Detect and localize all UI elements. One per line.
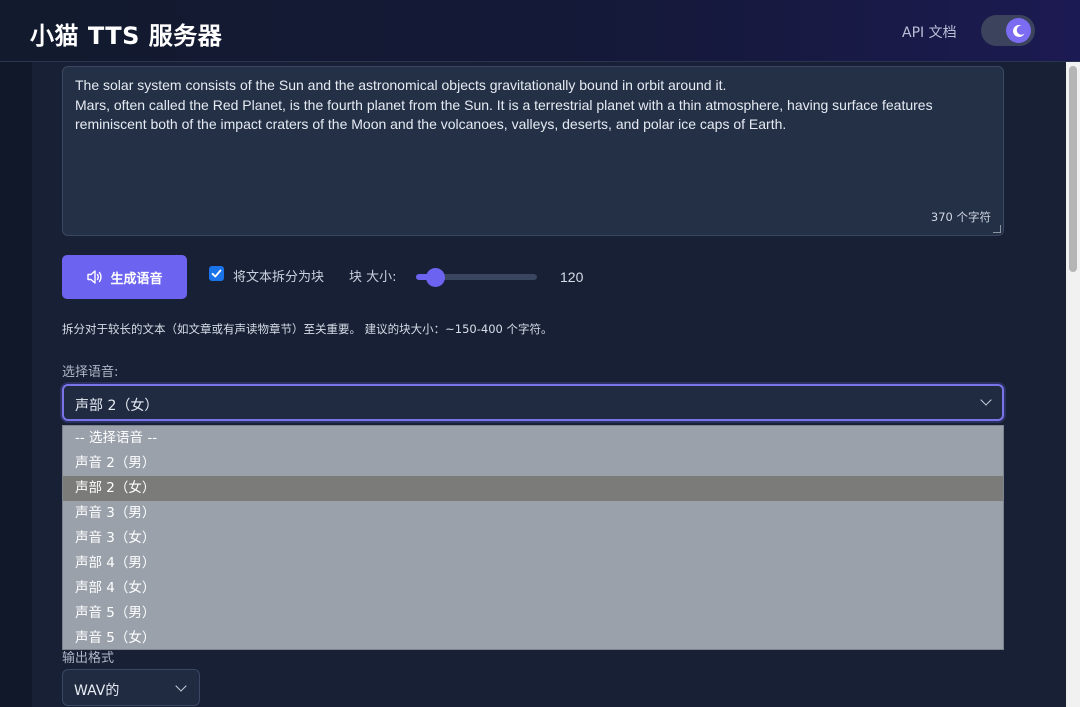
voice-option[interactable]: 声部 2（女） — [63, 476, 1003, 501]
format-label: 输出格式 — [62, 651, 115, 666]
chunk-size-label: 块 大小: — [349, 270, 397, 285]
generate-button[interactable]: 生成语音 — [62, 255, 187, 299]
split-hint: 拆分对于较长的文本（如文章或有声读物章节）至关重要。 建议的块大小：~150-4… — [62, 322, 553, 336]
split-checkbox[interactable] — [209, 266, 224, 281]
voice-option[interactable]: 声部 4（女） — [63, 576, 1003, 601]
voice-option[interactable]: 声音 3（男） — [63, 501, 1003, 526]
checkmark-icon — [211, 269, 222, 278]
app-header: 小猫 TTS 服务器 API 文档 — [0, 0, 1080, 62]
app-title: 小猫 TTS 服务器 — [30, 22, 223, 50]
voice-option[interactable]: 声音 3（女） — [63, 526, 1003, 551]
chevron-down-icon — [980, 394, 992, 406]
toggle-knob — [1006, 18, 1031, 43]
chevron-down-icon — [175, 680, 187, 692]
voice-option[interactable]: 声音 5（女） — [63, 626, 1003, 651]
generate-label: 生成语音 — [110, 271, 163, 287]
resize-handle[interactable] — [993, 225, 1001, 233]
voice-label: 选择语音: — [62, 365, 119, 380]
voice-select[interactable]: 声部 2（女） — [62, 384, 1004, 421]
format-selected-value: WAV的 — [74, 683, 120, 699]
voice-option[interactable]: -- 选择语音 -- — [63, 426, 1003, 451]
speaker-icon — [87, 270, 103, 284]
voice-option[interactable]: 声音 5（男） — [63, 601, 1003, 626]
voice-option[interactable]: 声部 4（男） — [63, 551, 1003, 576]
chunk-size-value: 120 — [560, 269, 584, 285]
scrollbar-thumb[interactable] — [1069, 66, 1077, 272]
theme-toggle[interactable] — [981, 15, 1035, 46]
voice-dropdown-list: -- 选择语音 -- 声音 2（男） 声部 2（女） 声音 3（男） 声音 3（女） 声部… — [62, 425, 1004, 650]
page-scrollbar[interactable] — [1066, 62, 1080, 707]
text-input-content: The solar system consists of the Sun and… — [75, 77, 933, 132]
api-docs-link[interactable]: API 文档 — [902, 22, 957, 42]
char-count: 370 个字符 — [930, 210, 991, 224]
voice-selected-value: 声部 2（女） — [75, 398, 159, 414]
voice-option[interactable]: 声音 2（男） — [63, 451, 1003, 476]
split-label: 将文本拆分为块 — [233, 270, 325, 285]
format-select[interactable]: WAV的 — [62, 669, 200, 706]
text-input[interactable]: The solar system consists of the Sun and… — [62, 66, 1004, 236]
moon-icon — [1012, 24, 1024, 37]
